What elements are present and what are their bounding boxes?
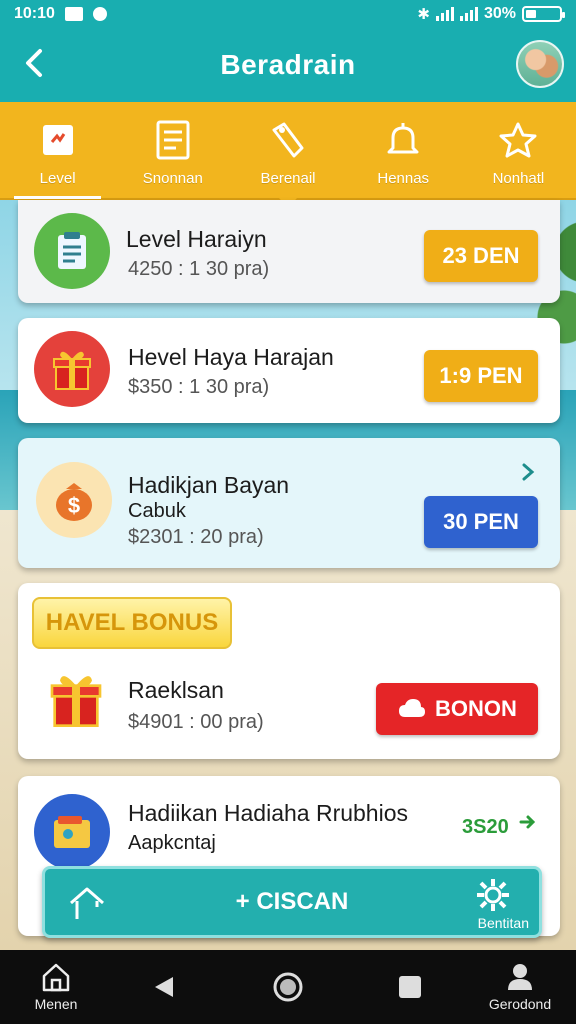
item-subtitle: 4250 : 1 30 pra) bbox=[128, 258, 270, 280]
item-title: Hadiikan Hadiaha Rrubhios bbox=[128, 800, 408, 826]
gift-icon bbox=[34, 331, 110, 407]
status-time: 10:10 bbox=[14, 5, 55, 22]
app-notification-icon bbox=[92, 7, 107, 21]
claim-button[interactable]: 23 DEN bbox=[424, 230, 538, 282]
nav-label: Menen bbox=[34, 996, 78, 1012]
battery-icon bbox=[522, 6, 565, 22]
promo-value: 3S20 bbox=[462, 816, 509, 838]
settings-label: Bentitan bbox=[477, 915, 529, 931]
chevron-right-icon[interactable] bbox=[518, 462, 538, 482]
tab-berenail[interactable]: Berenail bbox=[230, 102, 345, 208]
item-subtitle: Cabuk bbox=[128, 500, 186, 522]
chevron-left-icon bbox=[26, 49, 42, 77]
tag-icon bbox=[266, 118, 310, 162]
star-icon bbox=[496, 118, 540, 162]
bonus-button-label: BONON bbox=[435, 696, 517, 721]
bluetooth-icon: ✱ bbox=[417, 6, 430, 23]
tab-label: Nonhatl bbox=[492, 170, 545, 187]
money-bag-icon: $ bbox=[36, 462, 112, 538]
claim-button[interactable]: 1:9 PEN bbox=[424, 350, 538, 402]
back-nav-button[interactable] bbox=[144, 950, 184, 1024]
system-nav-bar: Menen Gerodond bbox=[0, 950, 576, 1024]
svg-text:$: $ bbox=[68, 493, 80, 518]
arrow-right-icon[interactable] bbox=[518, 812, 538, 832]
tab-label: Hennas bbox=[377, 170, 430, 187]
tab-label: Snonnan bbox=[142, 170, 203, 187]
bonus-button[interactable]: BONON bbox=[376, 683, 538, 735]
action-bar: + CISCAN Bentitan bbox=[42, 866, 542, 938]
item-title: Hevel Haya Harajan bbox=[128, 344, 334, 370]
list-item[interactable]: $ Hadikjan Bayan Cabuk $2301 : 20 pra) 3… bbox=[18, 438, 560, 568]
gear-icon[interactable] bbox=[475, 877, 511, 913]
item-title: Level Haraiyn bbox=[126, 226, 267, 252]
back-button[interactable] bbox=[18, 46, 52, 80]
tab-nonhatl[interactable]: Nonhatl bbox=[461, 102, 576, 198]
status-bar: 10:10 ✱ 30% bbox=[0, 0, 576, 28]
signal-icon-2 bbox=[459, 7, 478, 21]
triangle-back-icon bbox=[155, 977, 173, 997]
tab-snonnan[interactable]: Snonnan bbox=[115, 102, 230, 198]
home-outline-icon bbox=[42, 963, 70, 992]
circle-home-icon bbox=[273, 972, 303, 1002]
tab-label: Berenail bbox=[260, 170, 316, 187]
item-title: Raeklsan bbox=[128, 677, 224, 703]
item-subtitle: Aapkcntaj bbox=[128, 832, 216, 854]
item-detail: $2301 : 20 pra) bbox=[128, 526, 264, 548]
scan-button[interactable]: + CISCAN bbox=[45, 869, 539, 935]
nav-menu-button[interactable]: Menen bbox=[20, 950, 92, 1024]
battery-percent: 30% bbox=[483, 5, 516, 22]
person-icon bbox=[508, 964, 532, 990]
claim-button[interactable]: 30 PEN bbox=[424, 496, 538, 548]
gift-icon bbox=[38, 661, 114, 737]
cloud-icon bbox=[399, 699, 426, 717]
tab-level[interactable]: Level bbox=[0, 102, 115, 199]
tab-label: Level bbox=[39, 170, 76, 187]
recents-nav-button[interactable] bbox=[390, 950, 430, 1024]
nav-profile-button[interactable]: Gerodond bbox=[480, 950, 560, 1024]
nav-label: Gerodond bbox=[488, 996, 552, 1012]
tab-hennas[interactable]: Hennas bbox=[346, 102, 461, 198]
signal-icon bbox=[435, 7, 454, 21]
item-subtitle: $350 : 1 30 pra) bbox=[128, 376, 270, 398]
list-item[interactable]: Hevel Haya Harajan $350 : 1 30 pra) 1:9 … bbox=[18, 318, 560, 423]
list-icon bbox=[151, 118, 195, 162]
clipboard-icon bbox=[34, 213, 110, 289]
item-title: Hadikjan Bayan bbox=[128, 472, 290, 498]
avatar[interactable] bbox=[516, 40, 564, 88]
list-item[interactable]: HAVEL BONUS Raeklsan $4901 : 00 pra) BON… bbox=[18, 583, 560, 759]
bell-icon bbox=[381, 118, 425, 162]
home-nav-button[interactable] bbox=[268, 950, 308, 1024]
list-item[interactable]: Level Haraiyn 4250 : 1 30 pra) 23 DEN bbox=[18, 200, 560, 303]
tab-bar: Level Snonnan Berenail Hennas Nonhatl bbox=[0, 102, 576, 208]
wallet-icon bbox=[34, 794, 110, 870]
level-icon bbox=[36, 118, 80, 162]
item-subtitle: $4901 : 00 pra) bbox=[128, 711, 264, 733]
square-recents-icon bbox=[399, 976, 421, 998]
app-bar: Beradrain bbox=[0, 28, 576, 102]
bonus-badge: HAVEL BONUS bbox=[32, 597, 232, 649]
notification-icon bbox=[64, 7, 83, 21]
page-title: Beradrain bbox=[220, 49, 356, 80]
